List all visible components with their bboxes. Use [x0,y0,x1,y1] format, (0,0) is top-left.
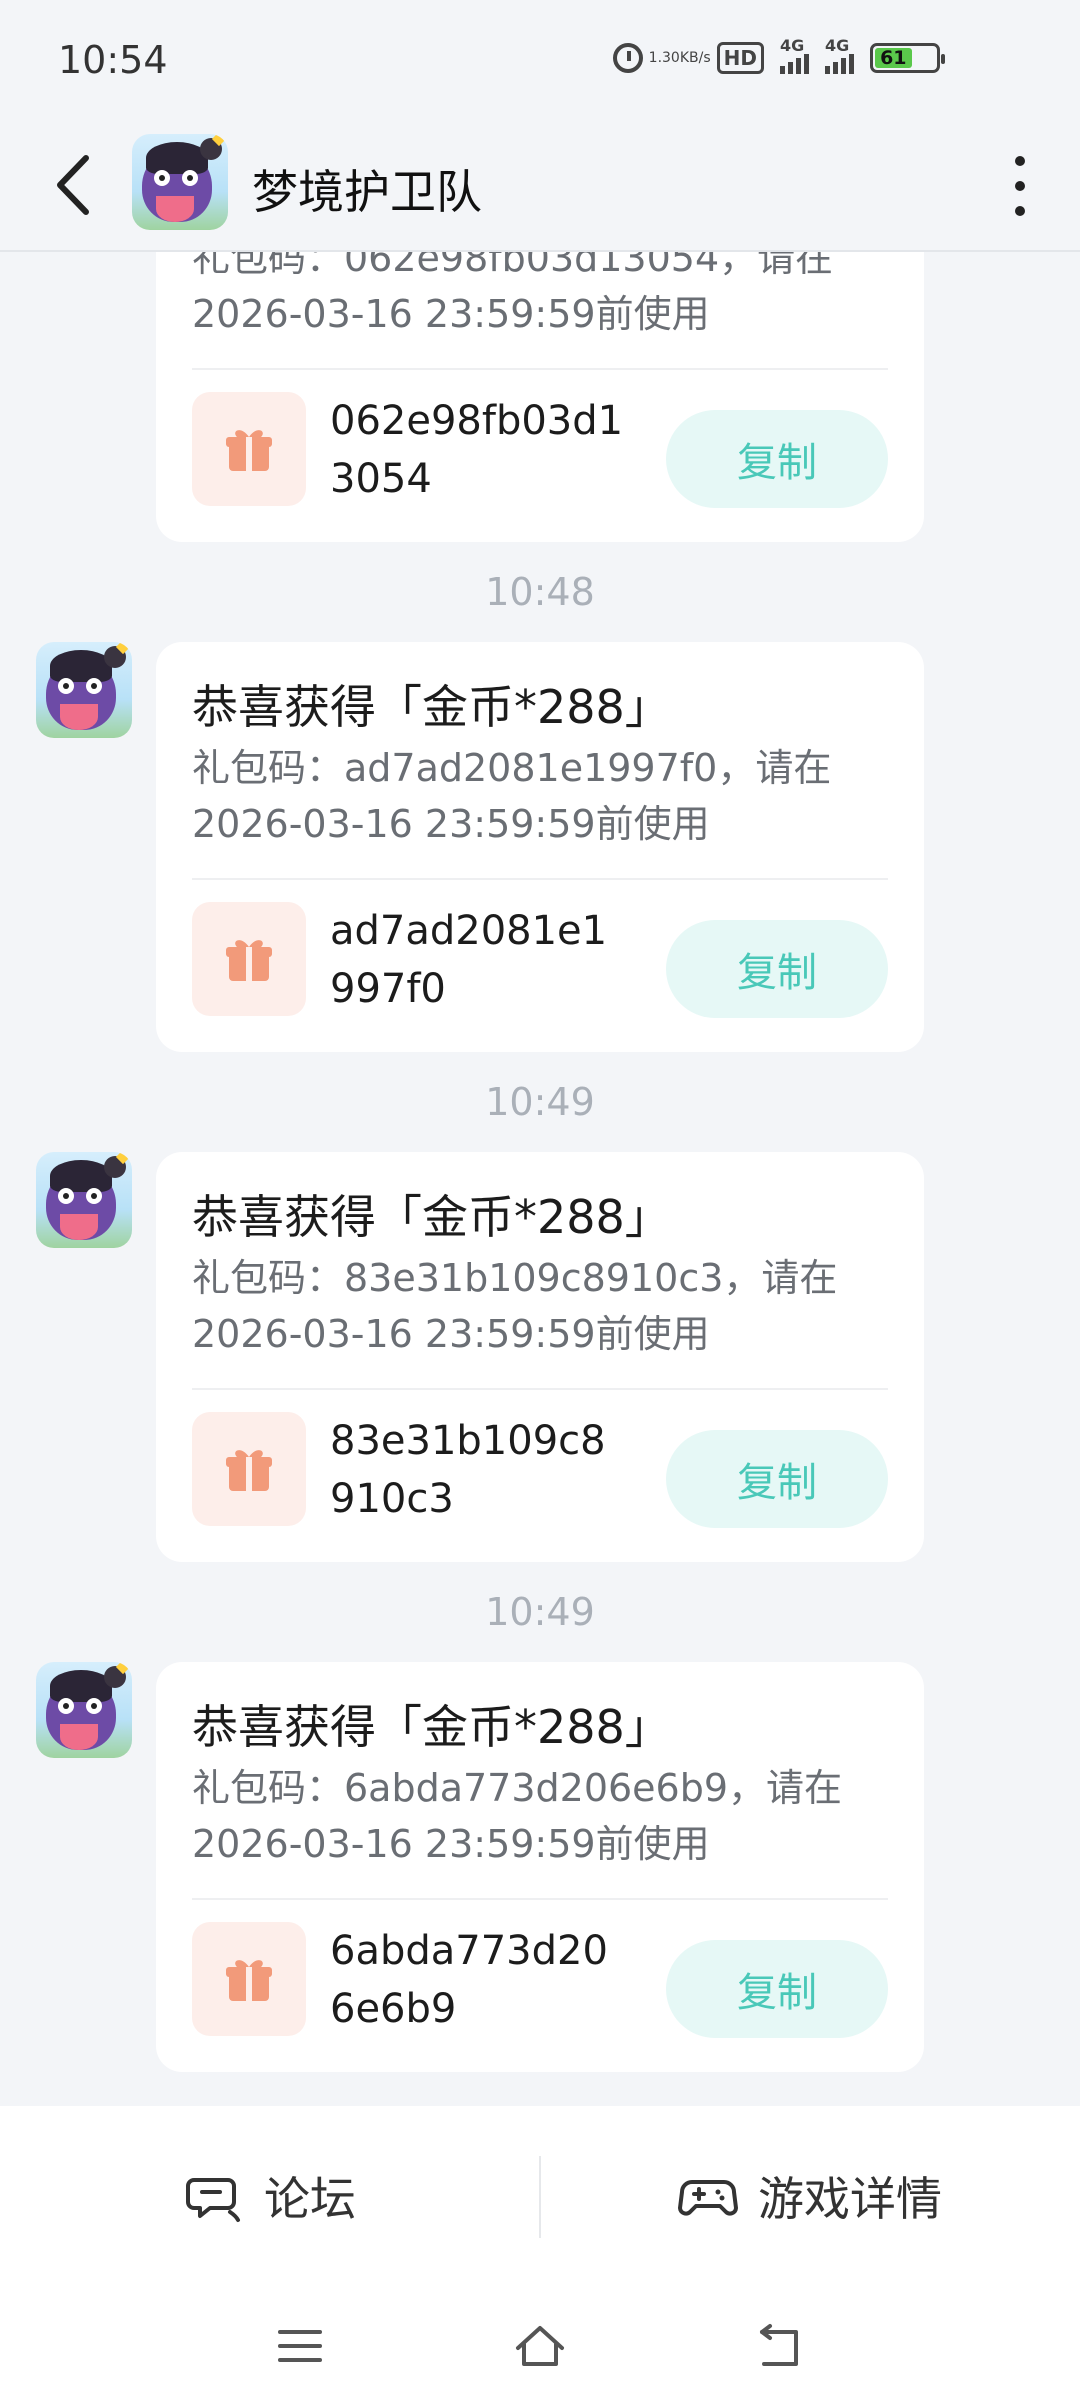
gift-icon [192,392,306,506]
gift-code-row: 062e98fb03d13054 复制 [192,392,888,508]
return-icon [760,2324,798,2366]
sender-avatar[interactable] [36,642,132,738]
message-list[interactable]: 礼包码：062e98fb03d13054，请在2026-03-16 23:59:… [0,252,1080,2106]
page-title: 梦境护卫队 [252,165,482,219]
gift-icon [192,1922,306,2036]
divider [192,368,888,370]
message-timestamp: 10:49 [485,1080,595,1124]
message-description: 礼包码：ad7ad2081e1997f0，请在2026-03-16 23:59:… [192,746,832,846]
network-speed: 1.30 KB/s [649,51,711,65]
menu-icon [278,2330,322,2362]
system-nav-bar [0,2286,1080,2408]
alarm-icon [612,43,643,73]
gift-code: 83e31b109c8910c3 [330,1418,606,1522]
home-icon [516,2326,564,2366]
gift-code-row: 6abda773d206e6b9 复制 [192,1922,888,2038]
sim1-network-label: 4G [780,36,805,55]
copy-button[interactable]: 复制 [666,1430,888,1528]
more-options-icon[interactable] [1010,156,1030,216]
chat-header: 梦境护卫队 [0,120,1080,252]
gamepad-icon [678,2180,738,2216]
message-title: 恭喜获得「金币*288」 [192,1700,671,1754]
network-speed-value: 1.30 [648,50,680,66]
gift-message-card: 恭喜获得「金币*288」 礼包码：83e31b109c8910c3，请在2026… [156,1152,924,1562]
back-arrow-icon [57,155,89,215]
status-bar: 10:54 1.30 KB/s HD 4G 4G 61 [0,0,1080,120]
message-item: 恭喜获得「金币*288」 礼包码：ad7ad2081e1997f0，请在2026… [0,642,1080,1052]
gift-icon [192,1412,306,1526]
signal-icon-sim2: 4G [825,36,854,74]
sender-avatar[interactable] [36,1662,132,1758]
forum-button[interactable]: 论坛 [0,2106,540,2286]
sim2-network-label: 4G [825,36,850,55]
divider [192,1388,888,1390]
status-time: 10:54 [58,38,168,82]
gift-code: 062e98fb03d13054 [330,398,624,502]
gift-code-row: 83e31b109c8910c3 复制 [192,1412,888,1528]
gift-message-card: 礼包码：062e98fb03d13054，请在2026-03-16 23:59:… [156,252,924,542]
hd-voice-icon: HD [716,42,764,74]
message-title: 恭喜获得「金币*288」 [192,680,671,734]
message-item: 礼包码：062e98fb03d13054，请在2026-03-16 23:59:… [0,252,1080,542]
game-details-label: 游戏详情 [758,2172,942,2226]
home-button[interactable] [500,2306,580,2386]
copy-button[interactable]: 复制 [666,1940,888,2038]
gift-code: ad7ad2081e1997f0 [330,908,608,1012]
status-icons: 1.30 KB/s HD 4G 4G 61 [612,36,945,74]
battery-icon: 61 [870,43,945,73]
gift-icon [192,902,306,1016]
game-avatar[interactable] [132,134,228,230]
network-speed-unit: KB/s [679,50,711,66]
copy-button[interactable]: 复制 [666,410,888,508]
message-item: 恭喜获得「金币*288」 礼包码：83e31b109c8910c3，请在2026… [0,1152,1080,1562]
signal-icon-sim1: 4G [780,36,809,74]
divider [192,1898,888,1900]
gift-code-row: ad7ad2081e1997f0 复制 [192,902,888,1018]
message-description: 礼包码：6abda773d206e6b9，请在2026-03-16 23:59:… [192,1766,843,1866]
gift-code: 6abda773d206e6b9 [330,1928,608,2032]
gift-message-card: 恭喜获得「金币*288」 礼包码：ad7ad2081e1997f0，请在2026… [156,642,924,1052]
copy-button[interactable]: 复制 [666,920,888,1018]
battery-level: 61 [875,47,912,69]
bottom-action-bar: 论坛 游戏详情 [0,2106,1080,2286]
message-timestamp: 10:48 [485,570,595,614]
sender-avatar[interactable] [36,1152,132,1248]
recent-apps-button[interactable] [260,2306,340,2386]
game-details-button[interactable]: 游戏详情 [540,2106,1080,2286]
forum-icon [186,2178,240,2222]
message-timestamp: 10:49 [485,1590,595,1634]
gift-message-card: 恭喜获得「金币*288」 礼包码：6abda773d206e6b9，请在2026… [156,1662,924,2072]
message-item: 恭喜获得「金币*288」 礼包码：6abda773d206e6b9，请在2026… [0,1662,1080,2072]
divider [192,878,888,880]
back-nav-button[interactable] [740,2306,820,2386]
message-title: 恭喜获得「金币*288」 [192,1190,671,1244]
forum-label: 论坛 [264,2172,356,2226]
screen: 10:54 1.30 KB/s HD 4G 4G 61 梦境护卫队 礼包码：06… [0,0,1080,2408]
message-description: 礼包码：83e31b109c8910c3，请在2026-03-16 23:59:… [192,1256,838,1356]
message-description: 礼包码：062e98fb03d13054，请在2026-03-16 23:59:… [192,252,834,336]
back-button[interactable] [46,150,106,220]
